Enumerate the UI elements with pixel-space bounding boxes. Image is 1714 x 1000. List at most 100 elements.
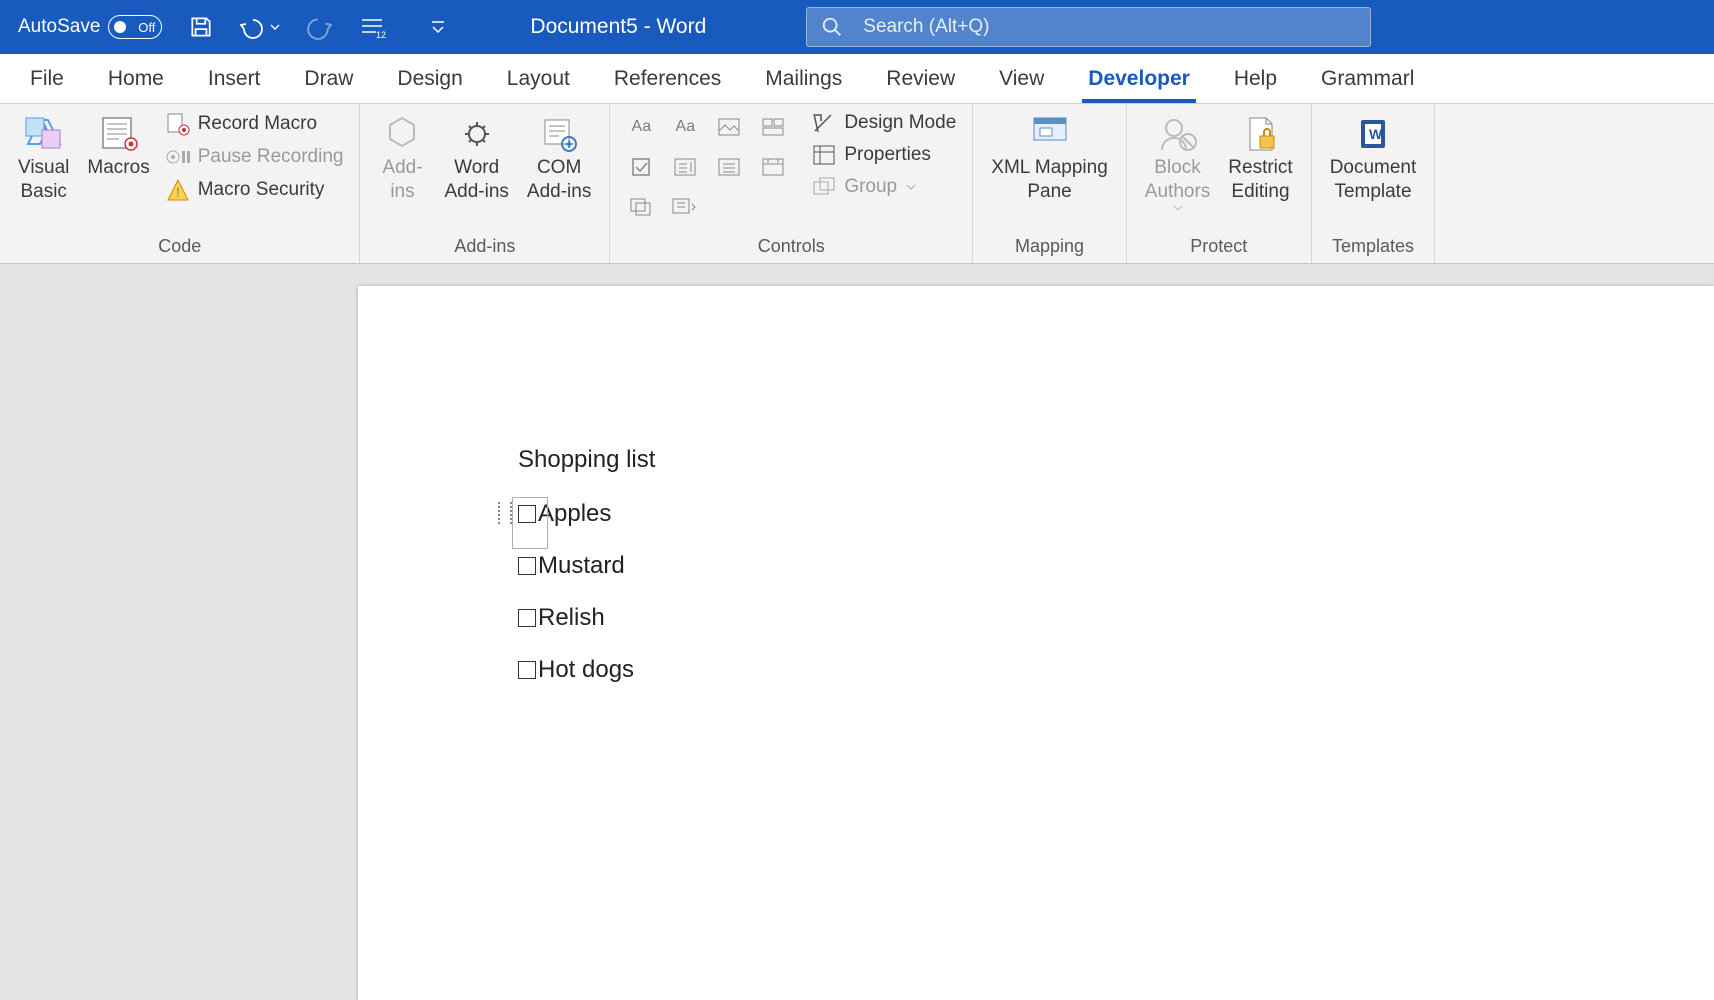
autosave-label: AutoSave bbox=[18, 16, 100, 38]
group-controls-label: Controls bbox=[622, 236, 960, 259]
properties-button[interactable]: Properties bbox=[808, 142, 960, 168]
group-templates-label: Templates bbox=[1324, 236, 1423, 259]
visual-basic-icon bbox=[22, 112, 66, 156]
search-box[interactable]: Search (Alt+Q) bbox=[806, 7, 1371, 47]
checkbox-control[interactable] bbox=[518, 661, 536, 679]
svg-text:123: 123 bbox=[376, 30, 386, 40]
group-templates: W Document Template Templates bbox=[1312, 104, 1436, 263]
com-addins-button[interactable]: COM Add-ins bbox=[521, 110, 597, 206]
word-addins-button[interactable]: Word Add-ins bbox=[438, 110, 514, 206]
redo-button[interactable] bbox=[302, 10, 336, 44]
word-addins-icon bbox=[457, 112, 497, 156]
checkbox-control[interactable] bbox=[518, 557, 536, 575]
restrict-editing-button[interactable]: Restrict Editing bbox=[1222, 110, 1298, 206]
properties-icon bbox=[812, 144, 836, 166]
tab-home[interactable]: Home bbox=[86, 54, 186, 103]
list-item-text[interactable]: Relish bbox=[538, 604, 605, 632]
list-item[interactable]: Mustard bbox=[518, 552, 655, 580]
document-template-button[interactable]: W Document Template bbox=[1324, 110, 1423, 206]
xml-mapping-icon bbox=[1028, 112, 1072, 156]
chevron-down-icon bbox=[1172, 204, 1184, 212]
tab-view[interactable]: View bbox=[977, 54, 1066, 103]
list-item-text[interactable]: Hot dogs bbox=[538, 656, 634, 684]
quick-access-toolbar: 123 bbox=[184, 10, 450, 44]
checkbox-control[interactable] bbox=[518, 505, 536, 523]
group-controls: Aa Aa Design Mode Properties bbox=[610, 104, 973, 263]
addins-button[interactable]: Add- ins bbox=[372, 110, 432, 206]
tab-design[interactable]: Design bbox=[375, 54, 484, 103]
visual-basic-button[interactable]: Visual Basic bbox=[12, 110, 75, 206]
group-protect-label: Protect bbox=[1139, 236, 1299, 259]
group-addins-label: Add-ins bbox=[372, 236, 597, 259]
autosave-switch[interactable]: Off bbox=[108, 15, 162, 39]
tab-draw[interactable]: Draw bbox=[282, 54, 375, 103]
ribbon: Visual Basic Macros Record Macro Pause R… bbox=[0, 104, 1714, 264]
design-mode-button[interactable]: Design Mode bbox=[808, 110, 960, 136]
content-control-handle[interactable] bbox=[498, 502, 512, 524]
qat-customize-icon[interactable] bbox=[426, 14, 450, 40]
group-code: Visual Basic Macros Record Macro Pause R… bbox=[0, 104, 360, 263]
group-protect: Block Authors Restrict Editing Protect bbox=[1127, 104, 1312, 263]
tab-developer[interactable]: Developer bbox=[1066, 54, 1212, 103]
ribbon-tabs: File Home Insert Draw Design Layout Refe… bbox=[0, 54, 1714, 104]
record-macro-icon bbox=[166, 112, 190, 136]
list-item-text[interactable]: Apples bbox=[538, 500, 611, 528]
pause-recording-button: Pause Recording bbox=[162, 144, 348, 170]
svg-text:W: W bbox=[1369, 126, 1383, 142]
autosave-toggle[interactable]: AutoSave Off bbox=[10, 15, 170, 39]
tab-file[interactable]: File bbox=[8, 54, 86, 103]
svg-text:!: ! bbox=[176, 184, 180, 200]
list-item-text[interactable]: Mustard bbox=[538, 552, 625, 580]
macros-button[interactable]: Macros bbox=[81, 110, 155, 182]
record-macro-button[interactable]: Record Macro bbox=[162, 110, 348, 138]
block-authors-button[interactable]: Block Authors bbox=[1139, 110, 1216, 214]
group-button[interactable]: Group bbox=[808, 174, 960, 200]
addins-icon bbox=[382, 112, 422, 156]
restrict-editing-icon bbox=[1240, 112, 1280, 156]
document-area[interactable]: Shopping list Apples Mustard Relish Hot … bbox=[0, 264, 1714, 1000]
building-block-control-icon[interactable] bbox=[754, 110, 792, 144]
group-icon bbox=[812, 176, 836, 198]
group-mapping: XML Mapping Pane Mapping bbox=[973, 104, 1127, 263]
block-authors-icon bbox=[1158, 112, 1198, 156]
tab-mailings[interactable]: Mailings bbox=[743, 54, 864, 103]
controls-gallery: Aa Aa bbox=[622, 110, 792, 224]
document-heading[interactable]: Shopping list bbox=[518, 446, 655, 474]
checkbox-control[interactable] bbox=[518, 609, 536, 627]
list-item[interactable]: Hot dogs bbox=[518, 656, 655, 684]
group-addins: Add- ins Word Add-ins COM Add-ins Add-in… bbox=[360, 104, 610, 263]
search-icon bbox=[821, 16, 843, 38]
group-code-label: Code bbox=[12, 236, 347, 259]
repeating-section-control-icon[interactable] bbox=[622, 190, 660, 224]
macro-security-button[interactable]: ! Macro Security bbox=[162, 176, 348, 204]
plain-text-control-icon[interactable]: Aa bbox=[666, 110, 704, 144]
title-bar: AutoSave Off 123 Document5 - Word Search… bbox=[0, 0, 1714, 54]
combo-box-control-icon[interactable] bbox=[666, 150, 704, 184]
document-page[interactable]: Shopping list Apples Mustard Relish Hot … bbox=[358, 286, 1714, 1000]
picture-control-icon[interactable] bbox=[710, 110, 748, 144]
dropdown-control-icon[interactable] bbox=[710, 150, 748, 184]
rich-text-control-icon[interactable]: Aa bbox=[622, 110, 660, 144]
legacy-tools-icon[interactable] bbox=[666, 190, 704, 224]
macro-security-icon: ! bbox=[166, 178, 190, 202]
checkbox-control-icon[interactable] bbox=[622, 150, 660, 184]
group-mapping-label: Mapping bbox=[985, 236, 1114, 259]
com-addins-icon bbox=[539, 112, 579, 156]
macros-icon bbox=[97, 112, 141, 156]
document-template-icon: W bbox=[1353, 112, 1393, 156]
tab-help[interactable]: Help bbox=[1212, 54, 1299, 103]
line-numbering-icon[interactable]: 123 bbox=[354, 10, 390, 44]
chevron-down-icon bbox=[905, 182, 917, 192]
save-icon[interactable] bbox=[184, 10, 218, 44]
list-item[interactable]: Apples bbox=[518, 500, 655, 528]
document-title: Document5 - Word bbox=[530, 15, 706, 39]
xml-mapping-button[interactable]: XML Mapping Pane bbox=[985, 110, 1114, 206]
tab-references[interactable]: References bbox=[592, 54, 743, 103]
tab-insert[interactable]: Insert bbox=[186, 54, 283, 103]
tab-grammarly[interactable]: Grammarl bbox=[1299, 54, 1436, 103]
date-picker-control-icon[interactable] bbox=[754, 150, 792, 184]
undo-button[interactable] bbox=[236, 10, 284, 44]
tab-review[interactable]: Review bbox=[864, 54, 977, 103]
list-item[interactable]: Relish bbox=[518, 604, 655, 632]
tab-layout[interactable]: Layout bbox=[485, 54, 592, 103]
